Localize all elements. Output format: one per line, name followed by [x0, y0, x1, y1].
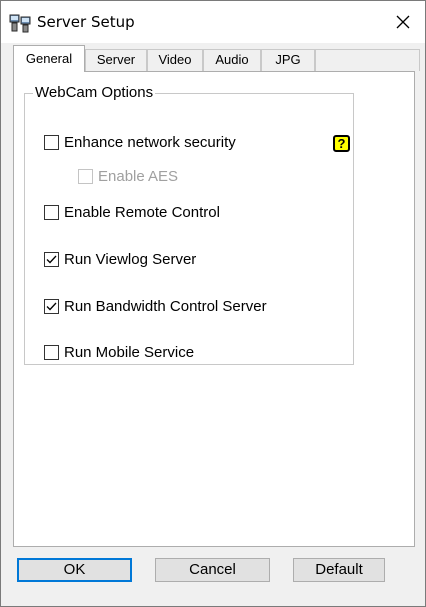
window-title: Server Setup — [37, 13, 135, 31]
checkbox-label: Enable AES — [98, 168, 179, 185]
tab-general[interactable]: General — [13, 45, 85, 72]
help-icon[interactable]: ? — [333, 135, 350, 152]
tab-jpg[interactable]: JPG — [261, 49, 315, 71]
checkbox-label: Enhance network security — [64, 134, 236, 151]
checkbox-box — [44, 205, 59, 220]
tab-server[interactable]: Server — [85, 49, 147, 71]
enable-aes-checkbox[interactable]: Enable AES — [78, 168, 178, 185]
checkbox-label: Enable Remote Control — [64, 204, 220, 221]
cancel-button[interactable]: Cancel — [155, 558, 270, 582]
default-button[interactable]: Default — [293, 558, 385, 582]
title-bar: Server Setup — [1, 1, 425, 43]
checkbox-label: Run Mobile Service — [64, 344, 195, 361]
group-label: WebCam Options — [33, 84, 156, 101]
ok-button[interactable]: OK — [17, 558, 132, 582]
check-icon — [46, 302, 57, 311]
enhance-network-security-checkbox[interactable]: Enhance network security — [44, 134, 236, 151]
close-button[interactable] — [381, 1, 425, 43]
checkbox-box — [44, 252, 59, 267]
tab-video[interactable]: Video — [147, 49, 203, 71]
run-viewlog-server-checkbox[interactable]: Run Viewlog Server — [44, 251, 196, 268]
checkbox-label: Run Viewlog Server — [64, 251, 197, 268]
server-setup-icon — [9, 14, 31, 33]
checkbox-label: Run Bandwidth Control Server — [64, 298, 267, 315]
enable-remote-control-checkbox[interactable]: Enable Remote Control — [44, 204, 220, 221]
check-icon — [46, 255, 57, 264]
checkbox-box — [44, 135, 59, 150]
tab-strip-filler — [315, 49, 420, 71]
general-tab-panel: WebCam Options ? Enhance network securit… — [13, 71, 415, 547]
checkbox-box — [44, 299, 59, 314]
server-setup-dialog: Server Setup General Server Video Audio … — [0, 0, 426, 607]
run-mobile-service-checkbox[interactable]: Run Mobile Service — [44, 344, 194, 361]
tab-audio[interactable]: Audio — [203, 49, 261, 71]
close-icon — [396, 15, 410, 29]
checkbox-box — [78, 169, 93, 184]
checkbox-box — [44, 345, 59, 360]
run-bandwidth-control-server-checkbox[interactable]: Run Bandwidth Control Server — [44, 298, 267, 315]
